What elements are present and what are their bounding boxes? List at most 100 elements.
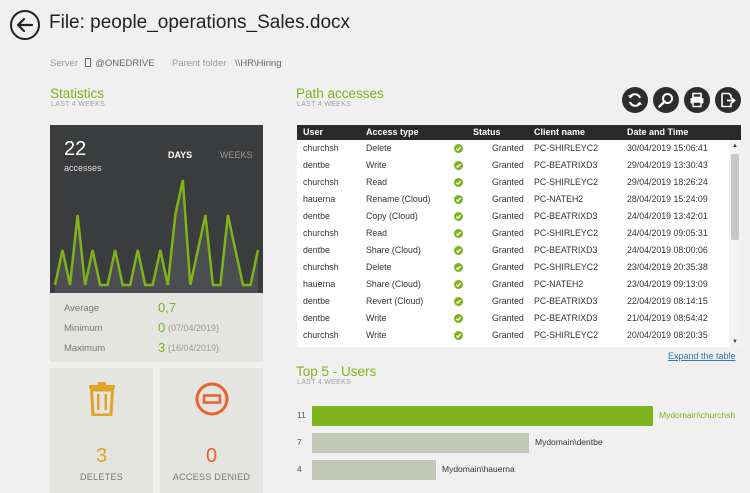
- cell-client-name: PC-SHIRLEYC2: [534, 177, 599, 187]
- check-circle-icon: [454, 263, 463, 274]
- cell-date-time: 22/04/2019 08:14:15: [627, 296, 708, 306]
- expand-table-link[interactable]: Expand the table: [668, 351, 736, 361]
- col-date-time[interactable]: Date and Time: [627, 127, 688, 137]
- refresh-button[interactable]: [622, 87, 648, 113]
- check-circle-icon: [454, 297, 463, 308]
- export-icon: [721, 92, 736, 108]
- cell-date-time: 24/04/2019 13:42:01: [627, 211, 708, 221]
- cell-user: churchsh: [303, 228, 339, 238]
- cell-user: dentbe: [303, 211, 330, 221]
- table-scrollbar[interactable]: ▲ ▼: [729, 140, 741, 347]
- print-button[interactable]: [684, 87, 710, 113]
- table-row[interactable]: dentbe Copy (Cloud) Granted PC-BEATRIXD3 24/…: [297, 208, 729, 225]
- table-header: User Access type Status Client name Date…: [297, 125, 741, 140]
- maximum-label: Maximum: [64, 343, 106, 354]
- cell-access-type: Copy (Cloud): [366, 211, 418, 221]
- arrow-left-icon: [17, 18, 33, 32]
- average-label: Average: [64, 303, 100, 314]
- cell-date-time: 29/04/2019 18:26:24: [627, 177, 708, 187]
- scroll-down-icon[interactable]: ▼: [732, 339, 738, 345]
- check-circle-icon: [454, 161, 463, 172]
- table-row[interactable]: hauerna Share (Cloud) Granted PC-NATEH2 23/0…: [297, 276, 729, 293]
- table-row[interactable]: churchsh Write Granted PC-SHIRLEYC2 20/04/20…: [297, 327, 729, 344]
- cell-client-name: PC-SHIRLEYC2: [534, 228, 599, 238]
- cell-client-name: PC-BEATRIXD3: [534, 296, 598, 306]
- search-icon: [658, 93, 673, 108]
- server-icon: [84, 58, 91, 67]
- cell-status: Granted: [492, 177, 524, 187]
- col-access-type[interactable]: Access type: [366, 127, 419, 137]
- back-button[interactable]: [10, 10, 40, 40]
- cell-user: dentbe: [303, 160, 330, 170]
- cell-status: Granted: [492, 228, 524, 238]
- cell-access-type: Write: [366, 330, 387, 340]
- search-button[interactable]: [653, 87, 679, 113]
- path-accesses-title: Path accesses: [296, 86, 384, 101]
- refresh-icon: [628, 93, 642, 107]
- cell-client-name: PC-SHIRLEYC2: [534, 143, 599, 153]
- cell-client-name: PC-BEATRIXD3: [534, 160, 598, 170]
- scroll-thumb[interactable]: [731, 154, 739, 240]
- top-users-subtitle: LAST 4 WEEKS: [297, 379, 352, 386]
- statistics-title: Statistics: [50, 86, 105, 101]
- col-status[interactable]: Status: [473, 127, 501, 137]
- cell-status: Granted: [492, 262, 524, 272]
- access-table: churchsh Delete Granted PC-SHIRLEYC2 30/04/2…: [297, 140, 729, 347]
- cell-access-type: Revert (Cloud): [366, 296, 424, 306]
- table-row[interactable]: churchsh Read Granted PC-SHIRLEYC2 24/04/201…: [297, 225, 729, 242]
- col-client-name[interactable]: Client name: [534, 127, 585, 137]
- maximum-date: (16/04/2019): [168, 343, 220, 353]
- cell-client-name: PC-NATEH2: [534, 194, 584, 204]
- access-denied-value: 0: [205, 445, 218, 467]
- col-user[interactable]: User: [303, 127, 323, 137]
- accesses-chart-card: 22 accesses DAYS WEEKS: [50, 125, 263, 293]
- parent-folder-info: Parent folder \\HR\Hiring: [172, 58, 282, 69]
- cell-date-time: 24/04/2019 09:05:31: [627, 228, 708, 238]
- check-circle-icon: [454, 212, 463, 223]
- cell-access-type: Share (Cloud): [366, 245, 421, 255]
- cell-user: dentbe: [303, 313, 330, 323]
- table-row[interactable]: churchsh Read Granted PC-SHIRLEYC2 29/04/201…: [297, 174, 729, 191]
- cell-status: Granted: [492, 194, 524, 204]
- top-users-title: Top 5 - Users: [296, 364, 377, 379]
- cell-user: hauerna: [303, 194, 336, 204]
- table-row[interactable]: dentbe Share (Cloud) Granted PC-BEATRIXD3 24…: [297, 242, 729, 259]
- check-circle-icon: [454, 246, 463, 257]
- cell-client-name: PC-SHIRLEYC2: [534, 330, 599, 340]
- cell-access-type: Read: [366, 228, 388, 238]
- cell-user: churchsh: [303, 330, 339, 340]
- cell-client-name: PC-BEATRIXD3: [534, 211, 598, 221]
- bar-value: 4: [297, 464, 302, 474]
- no-entry-icon: [195, 382, 228, 416]
- cell-access-type: Read: [366, 177, 388, 187]
- cell-date-time: 30/04/2019 15:06:41: [627, 143, 708, 153]
- check-circle-icon: [454, 178, 463, 189]
- export-button[interactable]: [715, 87, 741, 113]
- table-row[interactable]: dentbe Revert (Cloud) Granted PC-BEATRIXD3 2…: [297, 293, 729, 310]
- table-row[interactable]: dentbe Write Granted PC-BEATRIXD3 21/04/2019…: [297, 310, 729, 327]
- check-circle-icon: [454, 280, 463, 291]
- cell-status: Granted: [492, 211, 524, 221]
- server-label: Server: [50, 58, 78, 69]
- cell-access-type: Write: [366, 313, 387, 323]
- cell-user: dentbe: [303, 296, 330, 306]
- cell-status: Granted: [492, 143, 524, 153]
- accesses-area-chart: [53, 179, 260, 293]
- bar-label: Mydomain\churchsh: [659, 410, 736, 420]
- cell-date-time: 23/04/2019 09:13:09: [627, 279, 708, 289]
- table-row[interactable]: dentbe Write Granted PC-BEATRIXD3 29/04/2019…: [297, 157, 729, 174]
- cell-client-name: PC-BEATRIXD3: [534, 245, 598, 255]
- cell-client-name: PC-NATEH2: [534, 279, 584, 289]
- cell-access-type: Delete: [366, 143, 392, 153]
- scroll-up-icon[interactable]: ▲: [732, 143, 738, 149]
- access-denied-tile: 0 ACCESS DENIED: [160, 368, 263, 493]
- bar-value: 11: [297, 410, 306, 420]
- table-row[interactable]: churchsh Delete Granted PC-SHIRLEYC2 23/04/2…: [297, 259, 729, 276]
- minimum-label: Minimum: [64, 323, 103, 334]
- page-title: File: people_operations_Sales.docx: [49, 12, 351, 33]
- cell-status: Granted: [492, 313, 524, 323]
- deletes-tile: 3 DELETES: [50, 368, 153, 493]
- table-row[interactable]: hauerna Rename (Cloud) Granted PC-NATEH2 28/…: [297, 191, 729, 208]
- table-row[interactable]: churchsh Delete Granted PC-SHIRLEYC2 30/04/2…: [297, 140, 729, 157]
- cell-access-type: Delete: [366, 262, 392, 272]
